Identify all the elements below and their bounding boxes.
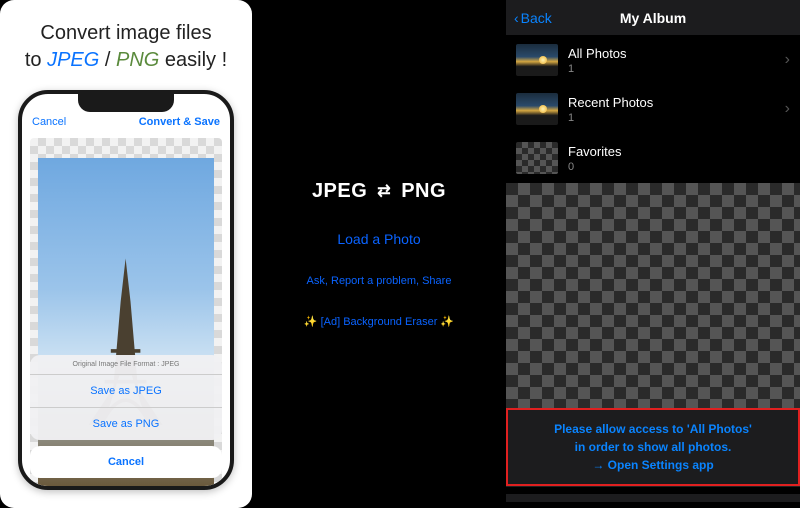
album-navbar: ‹ Back My Album [506,0,800,36]
app-title: JPEG ⇄ PNG [312,180,446,203]
back-button[interactable]: ‹ Back [514,10,552,26]
empty-grid [506,183,800,408]
chevron-right-icon: › [785,51,790,69]
banner-line-2: in order to show all photos. [514,438,792,456]
album-thumbnail [516,44,558,76]
ask-report-share-link[interactable]: Ask, Report a problem, Share [307,275,452,287]
phone-notch [78,94,174,112]
album-thumbnail-empty [516,142,558,174]
album-thumbnail [516,93,558,125]
headline-jpeg: JPEG [47,49,99,71]
album-count: 0 [568,161,790,173]
album-row-all-photos[interactable]: All Photos 1 › [506,36,800,85]
action-sheet: Original Image File Format : JPEG Save a… [30,355,222,478]
banner-line-3: → Open Settings app [514,456,792,474]
ad-background-eraser-link[interactable]: ✨ [Ad] Background Eraser ✨ [304,315,454,328]
permission-banner[interactable]: Please allow access to 'All Photos' in o… [506,408,800,486]
sheet-caption: Original Image File Format : JPEG [30,355,222,375]
chevron-right-icon: › [785,100,790,118]
sheet-cancel-button[interactable]: Cancel [30,446,222,478]
chevron-left-icon: ‹ [514,10,519,26]
banner-line-1: Please allow access to 'All Photos' [514,420,792,438]
album-list: All Photos 1 › Recent Photos 1 › Favorit… [506,36,800,183]
headline-post: easily ! [165,49,227,71]
album-row-recent-photos[interactable]: Recent Photos 1 › [506,85,800,134]
album-text: Recent Photos 1 [568,95,775,124]
album-name: Favorites [568,144,790,159]
headline-sep: / [105,49,111,71]
save-as-jpeg-button[interactable]: Save as JPEG [30,375,222,408]
load-photo-button[interactable]: Load a Photo [337,231,420,247]
bottom-bar [506,486,800,508]
headline: Convert image files to JPEG / PNG easily… [25,20,227,74]
album-name: All Photos [568,46,775,61]
phone-screen: Cancel Convert & Save Original Image Fil… [22,94,230,486]
album-text: All Photos 1 [568,46,775,75]
album-name: Recent Photos [568,95,775,110]
save-as-png-button[interactable]: Save as PNG [30,408,222,440]
album-row-favorites[interactable]: Favorites 0 [506,134,800,183]
album-panel: ‹ Back My Album All Photos 1 › Recent Ph… [506,0,800,508]
album-text: Favorites 0 [568,144,790,173]
phone-mockup: Cancel Convert & Save Original Image Fil… [18,90,234,490]
headline-png: PNG [116,49,159,71]
title-jpeg: JPEG [312,180,367,203]
bottom-bar-inner [506,494,800,502]
nav-cancel-button[interactable]: Cancel [32,116,66,128]
swap-icon: ⇄ [377,184,391,200]
title-png: PNG [401,180,446,203]
back-label: Back [521,10,552,26]
action-sheet-options: Original Image File Format : JPEG Save a… [30,355,222,440]
album-count: 1 [568,63,775,75]
headline-text: Convert image files [40,22,211,44]
nav-convert-button[interactable]: Convert & Save [139,116,220,128]
headline-to: to [25,49,42,71]
album-count: 1 [568,112,775,124]
home-panel: JPEG ⇄ PNG Load a Photo Ask, Report a pr… [252,0,506,508]
promo-panel: Convert image files to JPEG / PNG easily… [0,0,252,508]
page-title: My Album [620,10,686,26]
